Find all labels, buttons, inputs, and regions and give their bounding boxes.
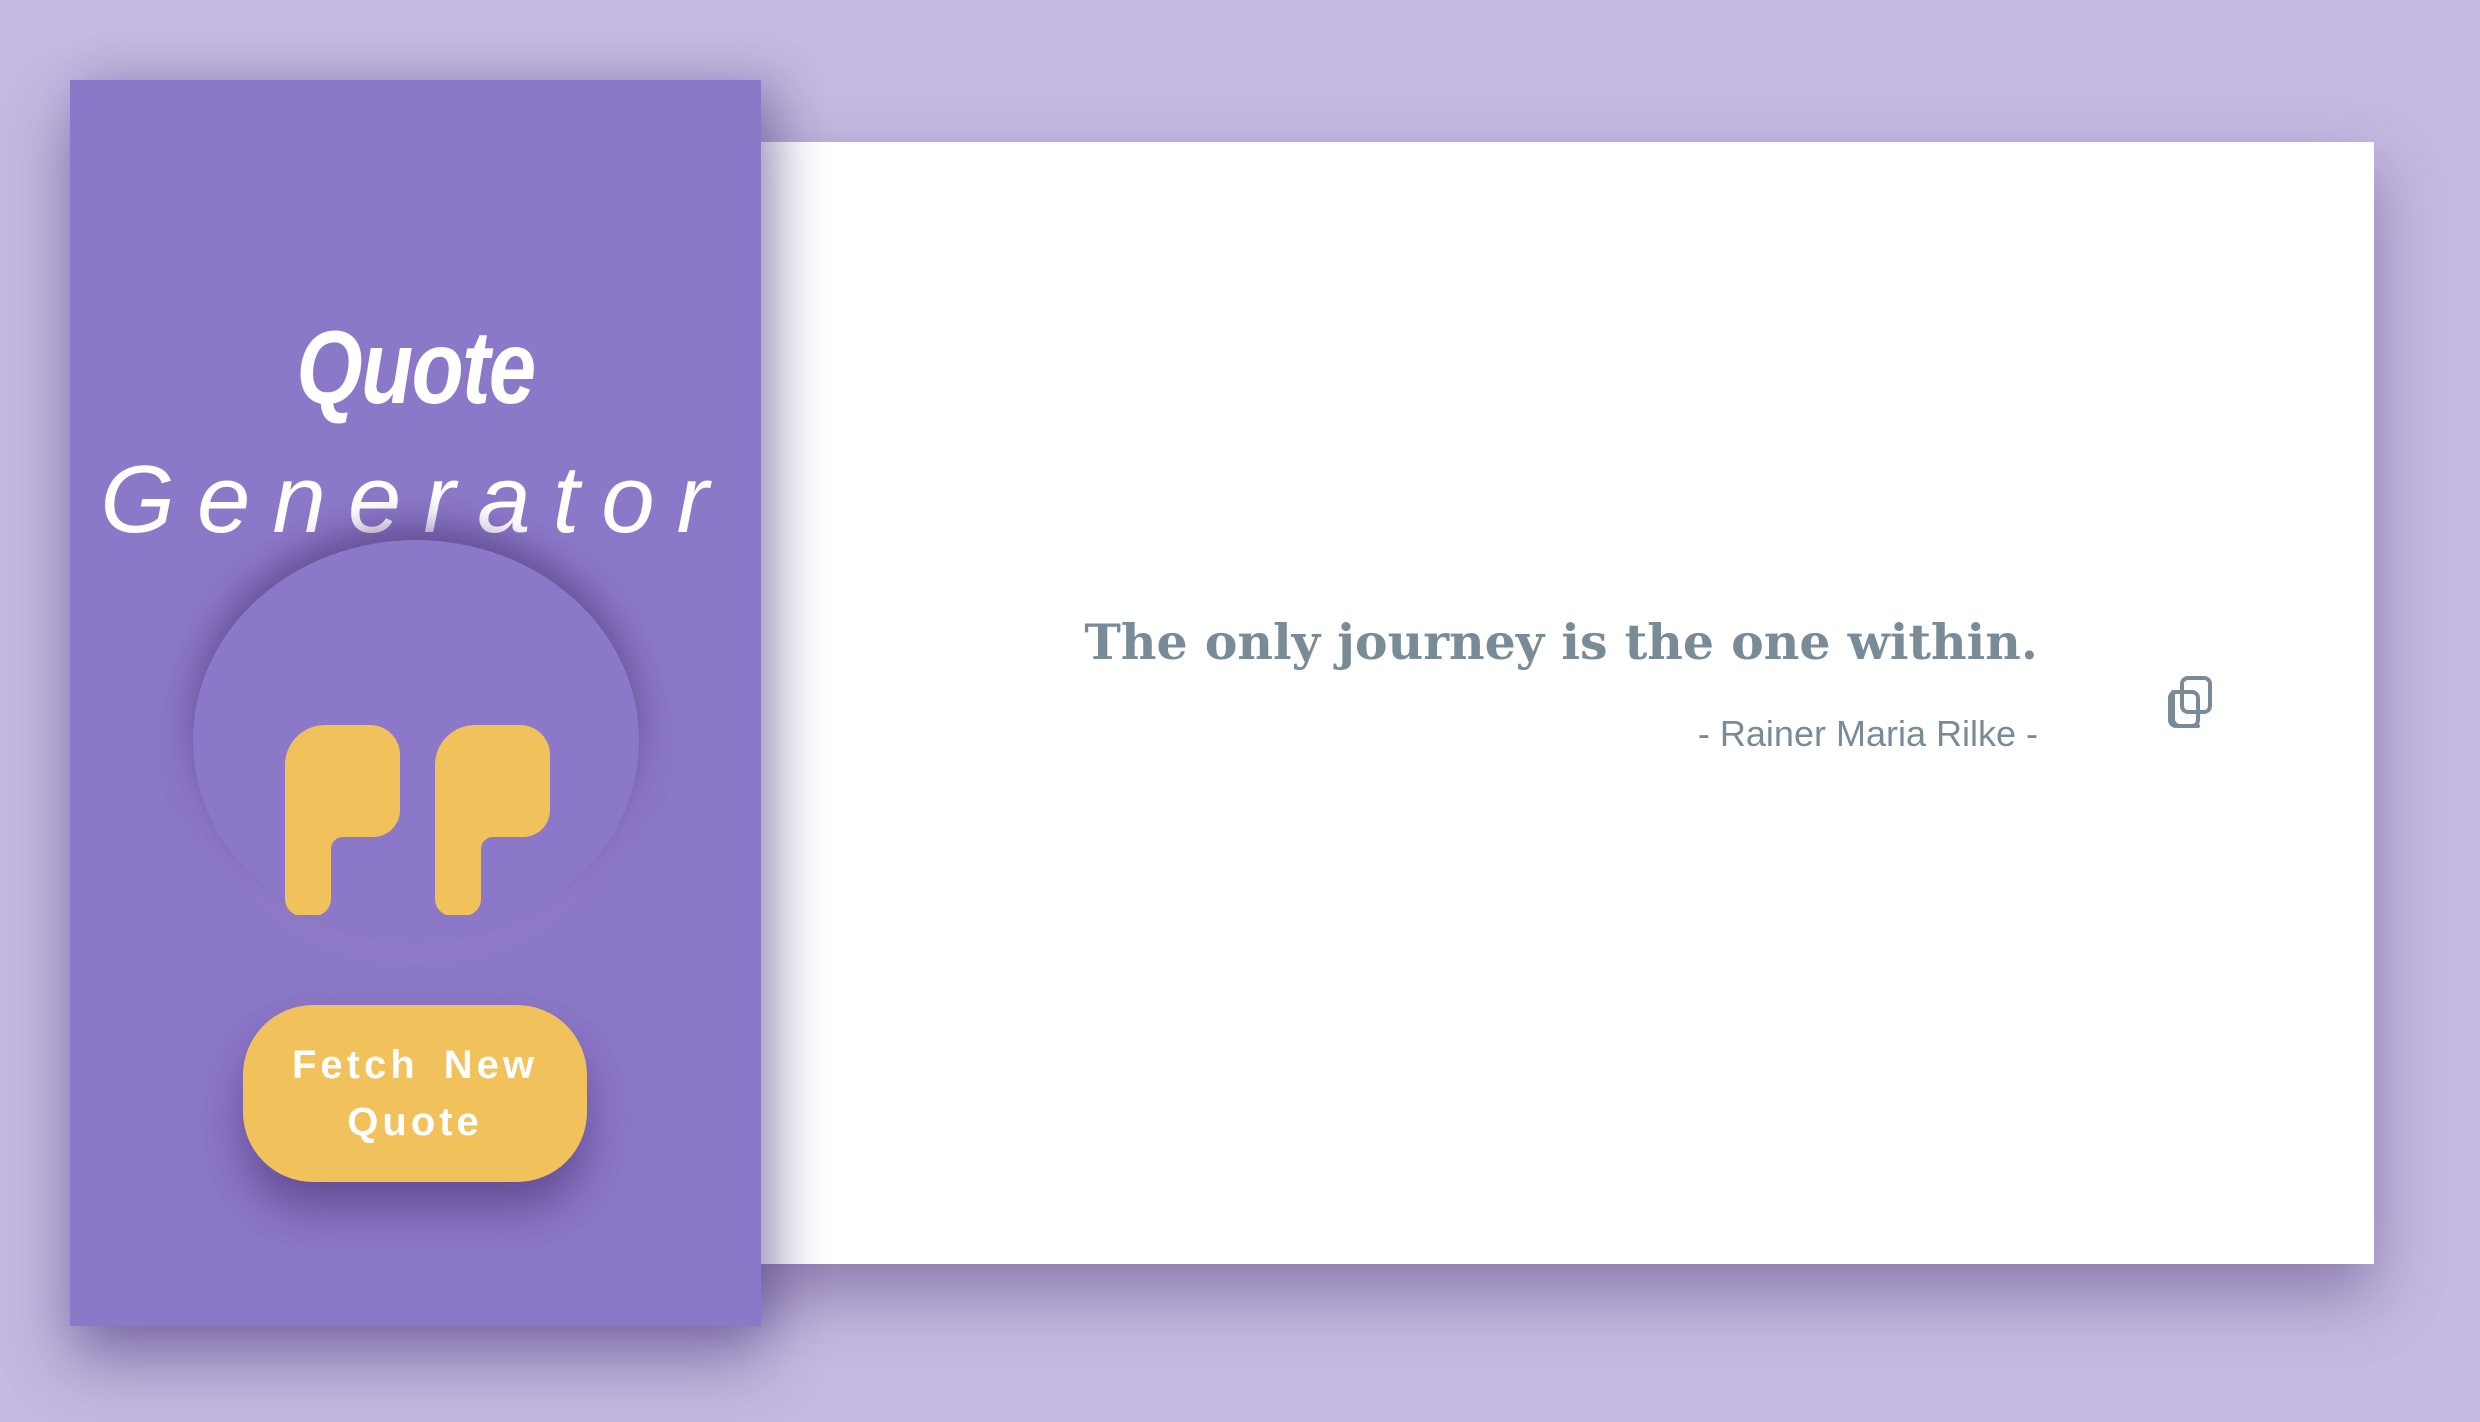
quote-author: - Rainer Maria Rilke - [1697, 713, 2038, 754]
fetch-new-quote-button[interactable]: Fetch New Quote [243, 1005, 587, 1182]
quote-card [740, 142, 2374, 1264]
app-stage: Quote Generator Fetch New Quote The only… [0, 0, 2480, 1422]
quote-marks-icon [285, 725, 550, 915]
app-title-quote: Quote [296, 310, 536, 426]
app-title-generator: Generator [100, 446, 731, 553]
side-panel: Quote Generator Fetch New Quote [70, 80, 761, 1326]
copy-icon[interactable] [2165, 675, 2215, 731]
quote-text: The only journey is the one within. [1084, 613, 2038, 671]
